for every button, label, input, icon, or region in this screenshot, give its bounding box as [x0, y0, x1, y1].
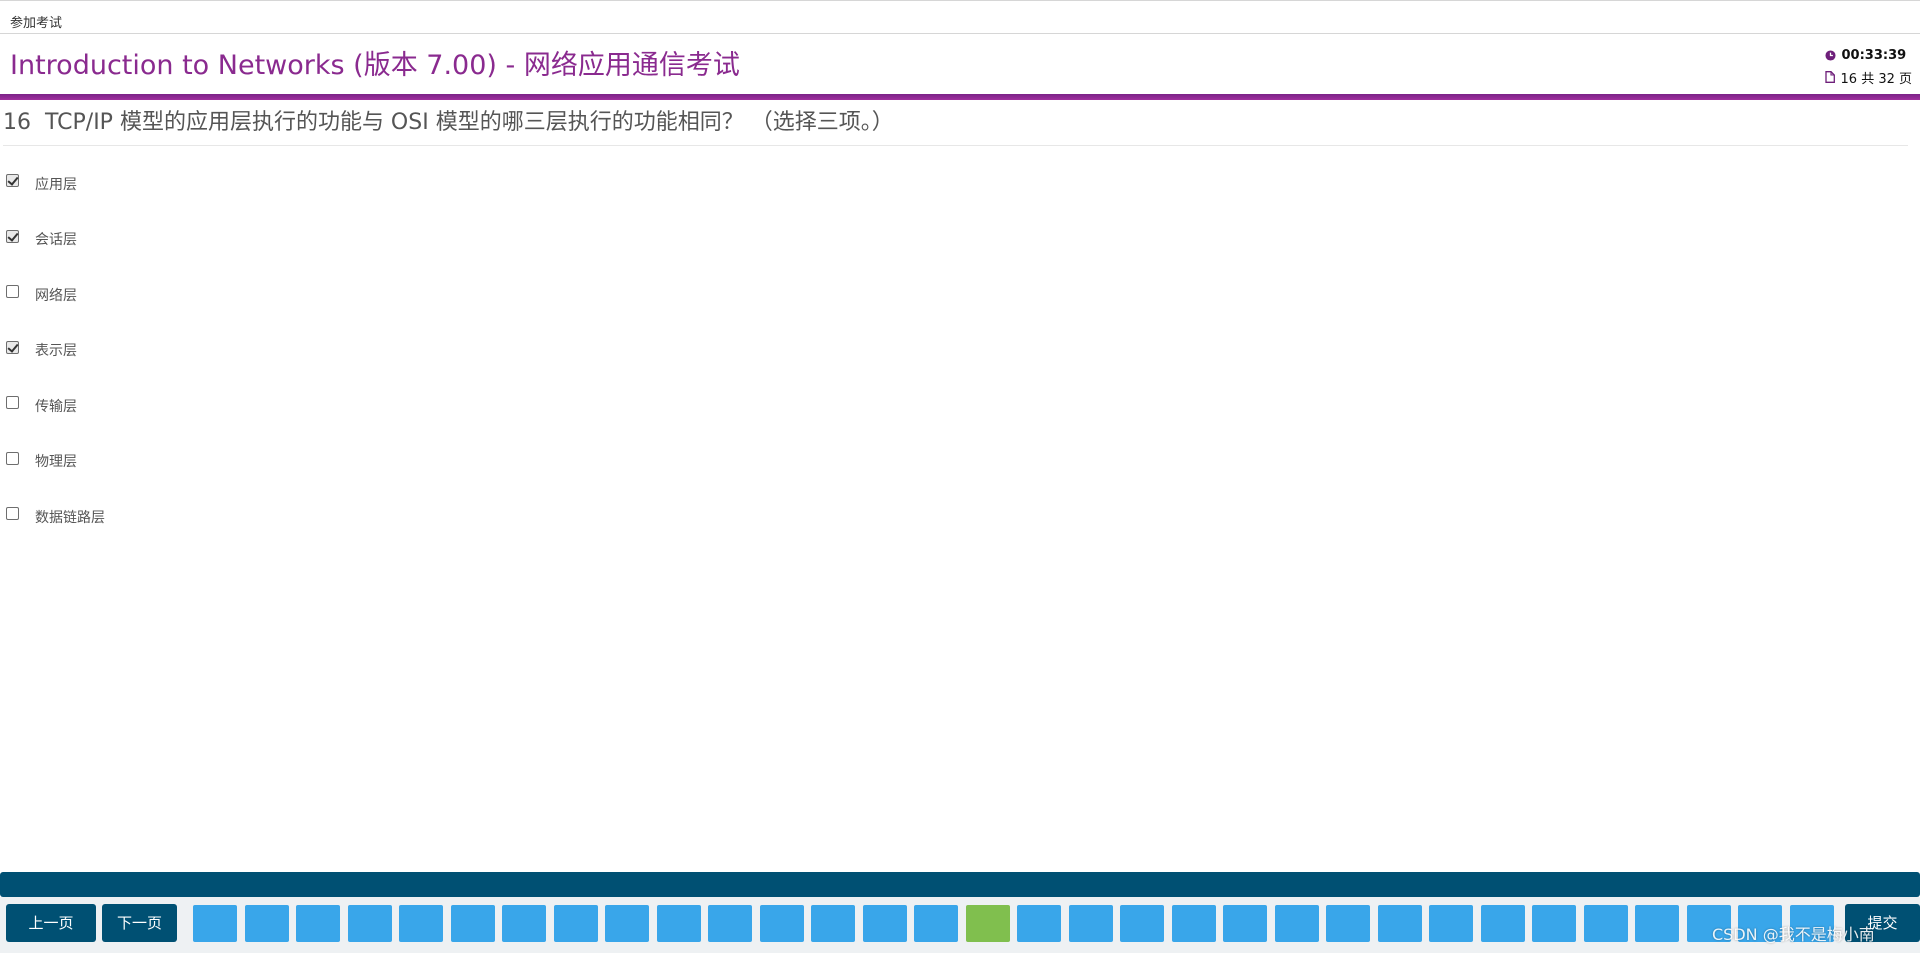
option-label[interactable]: 数据链路层: [35, 507, 105, 527]
answer-option[interactable]: 应用层: [6, 156, 105, 212]
page-box[interactable]: [605, 905, 649, 942]
question-text: TCP/IP 模型的应用层执行的功能与 OSI 模型的哪三层执行的功能相同？ （…: [45, 110, 894, 135]
option-checkbox[interactable]: [6, 285, 19, 299]
exam-header: Introduction to Networks (版本 7.00) - 网络应…: [0, 34, 1920, 94]
page-box[interactable]: [347, 905, 392, 942]
footer-nav: 上一页 下一页 提交: [0, 897, 1920, 953]
page-box[interactable]: [1171, 905, 1216, 942]
timer-row: 00:33:39: [1824, 44, 1912, 66]
page-box[interactable]: [1017, 905, 1061, 942]
page-box[interactable]: [1274, 905, 1319, 942]
answer-option[interactable]: 会话层: [6, 212, 105, 268]
page-box[interactable]: [553, 905, 598, 942]
question: 16 TCP/IP 模型的应用层执行的功能与 OSI 模型的哪三层执行的功能相同…: [3, 104, 1908, 146]
exam-timer: 00:33:39: [1841, 47, 1907, 63]
prev-button[interactable]: 上一页: [6, 904, 96, 942]
page-box[interactable]: [502, 905, 546, 942]
page-box[interactable]: [1326, 905, 1370, 942]
header-divider: [0, 94, 1920, 100]
page-box[interactable]: [296, 905, 340, 942]
page-box[interactable]: [1583, 905, 1628, 942]
footer-divider: [0, 872, 1920, 897]
option-label[interactable]: 会话层: [35, 229, 77, 249]
answer-option[interactable]: 物理层: [6, 434, 105, 490]
page-box[interactable]: [399, 905, 443, 942]
page-box[interactable]: [708, 905, 752, 942]
option-checkbox[interactable]: [6, 229, 19, 243]
option-label[interactable]: 应用层: [35, 174, 77, 194]
page-box[interactable]: [450, 905, 495, 942]
page-box[interactable]: [656, 905, 701, 942]
option-checkbox[interactable]: [6, 507, 19, 521]
clock-icon: [1824, 49, 1836, 61]
page-box[interactable]: [1223, 905, 1267, 942]
page-box[interactable]: [193, 905, 237, 942]
option-label[interactable]: 传输层: [35, 396, 77, 416]
option-checkbox[interactable]: [6, 396, 19, 410]
breadcrumb[interactable]: 参加考试: [10, 12, 62, 31]
page-box[interactable]: [1480, 905, 1525, 942]
answer-option[interactable]: 表示层: [6, 323, 105, 379]
page-box[interactable]: [1068, 905, 1113, 942]
option-label[interactable]: 网络层: [35, 285, 77, 305]
answer-option[interactable]: 传输层: [6, 378, 105, 434]
page-box[interactable]: [914, 905, 958, 942]
option-checkbox[interactable]: [6, 174, 19, 188]
option-label[interactable]: 表示层: [35, 340, 77, 360]
exam-meta: 00:33:39 16 共 32 页: [1824, 44, 1912, 88]
question-number: 16: [3, 110, 31, 135]
answer-options: 应用层 会话层 网络层 表示层 传输层 物理层 数据链路层: [6, 156, 105, 545]
page-box[interactable]: [1635, 905, 1679, 942]
watermark: CSDN @我不是梅小南: [1712, 925, 1875, 944]
page-info: 16 共 32 页: [1840, 71, 1912, 87]
answer-option[interactable]: 网络层: [6, 267, 105, 323]
page-box[interactable]: [1120, 905, 1164, 942]
page-icon: [1824, 71, 1835, 83]
page-box[interactable]: [811, 905, 855, 942]
page-box-current[interactable]: [965, 905, 1010, 942]
next-button[interactable]: 下一页: [102, 904, 177, 942]
page-box[interactable]: [1377, 905, 1422, 942]
option-label[interactable]: 物理层: [35, 451, 77, 471]
page-box[interactable]: [1532, 905, 1576, 942]
page-box[interactable]: [244, 905, 289, 942]
answer-option[interactable]: 数据链路层: [6, 489, 105, 545]
exam-title: Introduction to Networks (版本 7.00) - 网络应…: [10, 50, 740, 81]
option-checkbox[interactable]: [6, 451, 19, 465]
page-info-row: 16 共 32 页: [1824, 66, 1912, 88]
page-box[interactable]: [1429, 905, 1473, 942]
page-navigator: [193, 905, 1841, 942]
top-bar: 参加考试: [0, 0, 1920, 34]
option-checkbox[interactable]: [6, 340, 19, 354]
page-box[interactable]: [862, 905, 907, 942]
page-box[interactable]: [759, 905, 804, 942]
